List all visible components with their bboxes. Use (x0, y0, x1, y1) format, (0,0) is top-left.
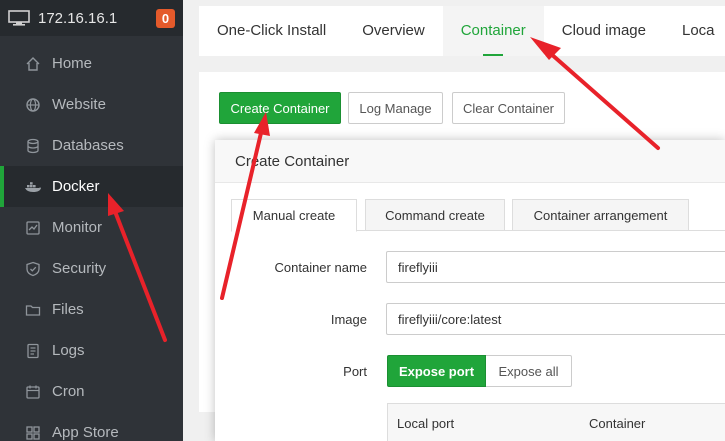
expose-all-button[interactable]: Expose all (486, 355, 572, 387)
sidebar-item-databases[interactable]: Databases (0, 125, 183, 166)
tab-command-create[interactable]: Command create (365, 199, 505, 231)
database-icon (24, 137, 42, 155)
modal-title: Create Container (215, 140, 725, 183)
sidebar-item-app-store[interactable]: App Store (0, 412, 183, 441)
sidebar-item-label: Cron (52, 383, 85, 400)
shield-icon (24, 260, 42, 278)
tab-container[interactable]: Container (442, 6, 544, 56)
tab-container-arrangement[interactable]: Container arrangement (512, 199, 689, 231)
home-icon (24, 55, 42, 73)
server-header: 172.16.16.1 0 (0, 0, 183, 36)
sidebar-item-website[interactable]: Website (0, 84, 183, 125)
image-label: Image (330, 312, 367, 327)
clear-container-button[interactable]: Clear Container (452, 92, 565, 124)
container-name-label: Container name (274, 260, 368, 275)
server-ip: 172.16.16.1 (38, 9, 118, 27)
docker-icon (24, 178, 42, 196)
tab-manual-create[interactable]: Manual create (231, 199, 357, 232)
sidebar-item-label: Files (52, 301, 84, 318)
column-local-port: Local port (397, 416, 455, 431)
globe-icon (24, 96, 42, 114)
tab-cloud-image[interactable]: Cloud image (544, 6, 664, 56)
folder-icon (24, 301, 42, 319)
sidebar-item-label: Monitor (52, 219, 103, 236)
port-table-header: Local port Container (387, 403, 725, 441)
sidebar-item-label: App Store (52, 424, 119, 441)
port-label: Port (343, 364, 367, 379)
sidebar-item-docker[interactable]: Docker (0, 166, 183, 207)
sidebar-item-files[interactable]: Files (0, 289, 183, 330)
tab-local[interactable]: Loca (664, 6, 725, 56)
top-tabs: One-Click Install Overview Container Clo… (199, 6, 725, 56)
tab-overview[interactable]: Overview (344, 6, 443, 56)
sidebar-item-home[interactable]: Home (0, 43, 183, 84)
sidebar-item-monitor[interactable]: Monitor (0, 207, 183, 248)
tab-one-click-install[interactable]: One-Click Install (199, 6, 344, 56)
sidebar-item-label: Security (52, 260, 107, 277)
sidebar: 172.16.16.1 0 Home Website Databases Doc… (0, 0, 183, 441)
monitor-icon (8, 10, 30, 26)
create-container-modal: Create Container Manual create Command c… (215, 140, 725, 441)
sidebar-item-label: Databases (52, 137, 124, 154)
sidebar-item-label: Logs (52, 342, 85, 359)
sidebar-item-logs[interactable]: Logs (0, 330, 183, 371)
logs-icon (24, 342, 42, 360)
monitor-icon (24, 219, 42, 237)
clock-icon (24, 383, 42, 401)
apps-icon (24, 424, 42, 441)
sidebar-item-label: Docker (52, 178, 100, 195)
sidebar-item-cron[interactable]: Cron (0, 371, 183, 412)
sidebar-item-security[interactable]: Security (0, 248, 183, 289)
modal-tabs: Manual create Command create Container a… (231, 199, 725, 232)
notification-badge[interactable]: 0 (156, 8, 175, 28)
sidebar-item-label: Home (52, 55, 93, 72)
sidebar-item-label: Website (52, 96, 106, 113)
log-manage-button[interactable]: Log Manage (348, 92, 443, 124)
expose-port-button[interactable]: Expose port (387, 355, 486, 387)
image-input[interactable]: fireflyiii/core:latest (386, 303, 725, 335)
container-name-input[interactable]: fireflyiii (386, 251, 725, 283)
column-container: Container (589, 416, 646, 431)
create-container-button[interactable]: Create Container (219, 92, 341, 124)
